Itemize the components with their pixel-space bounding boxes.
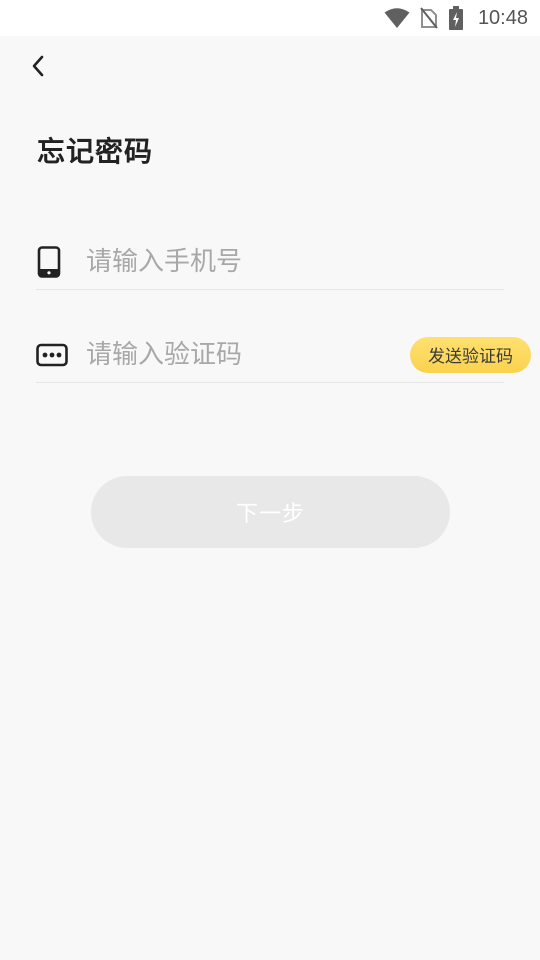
code-field-row: 发送验证码 [36, 327, 531, 383]
phone-input[interactable] [86, 246, 504, 277]
code-dots-icon [36, 339, 68, 371]
status-time: 10:48 [477, 6, 528, 29]
battery-charging-icon [448, 6, 464, 30]
page-title: 忘记密码 [37, 135, 154, 168]
phone-icon [36, 245, 68, 278]
code-input[interactable] [86, 339, 410, 370]
status-bar: 10:48 [0, 0, 540, 36]
next-button[interactable]: 下一步 [91, 476, 450, 548]
back-button[interactable] [22, 52, 54, 84]
wifi-icon [384, 7, 410, 29]
phone-field-row [36, 234, 504, 290]
send-code-button[interactable]: 发送验证码 [410, 336, 531, 373]
chevron-left-icon [30, 54, 46, 82]
no-sim-icon [420, 7, 438, 29]
